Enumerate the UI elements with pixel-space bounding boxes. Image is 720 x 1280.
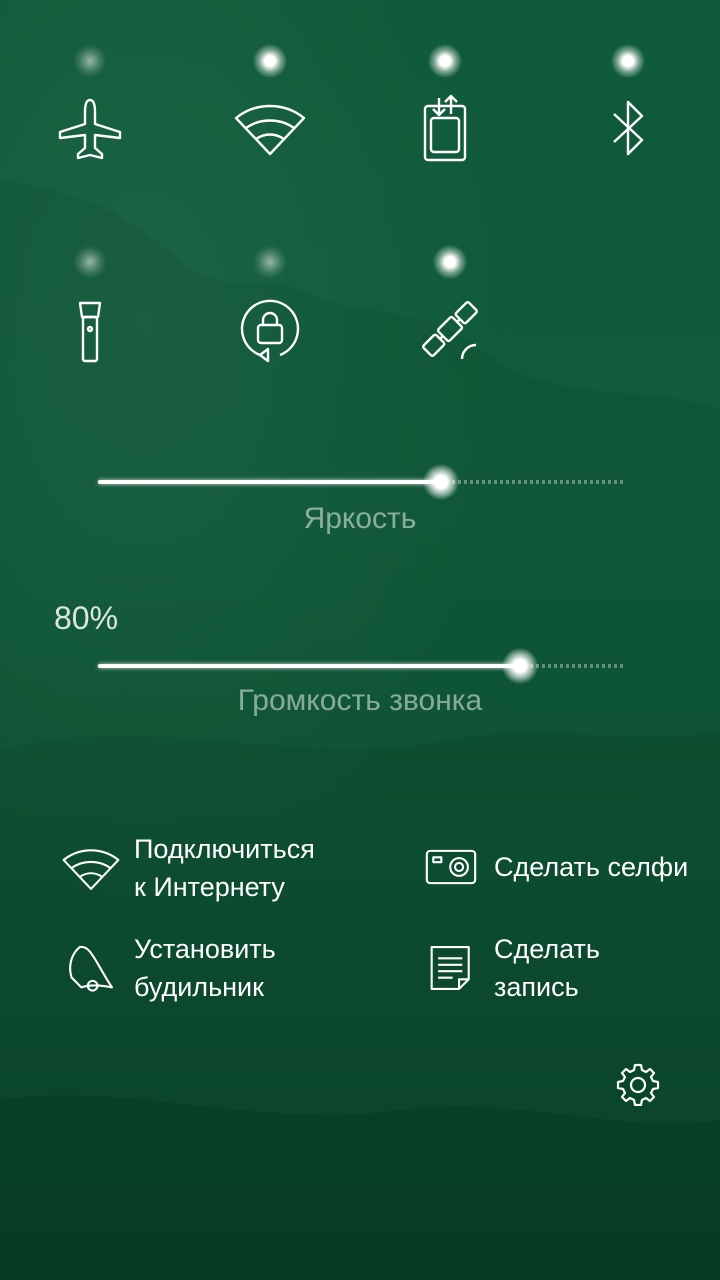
- mobile-data-indicator: [428, 44, 462, 78]
- take-note-line1: Сделать: [494, 934, 600, 964]
- brightness-handle[interactable]: [423, 464, 460, 500]
- take-note-line2: запись: [494, 972, 579, 1002]
- wifi-indicator: [253, 44, 287, 78]
- orientation-lock-indicator: [253, 245, 287, 279]
- airplane-icon: [58, 98, 122, 160]
- ringtone-volume-value: 80%: [54, 600, 119, 636]
- ringtone-volume-label: Громкость звонка: [237, 684, 483, 717]
- take-selfie-label: Сделать селфи: [494, 848, 688, 886]
- mobile-data-icon: [423, 94, 467, 162]
- set-alarm-shortcut[interactable]: Установить будильник: [62, 930, 276, 1006]
- alarm-bell-icon: [69, 945, 113, 992]
- gear-icon[interactable]: [616, 1062, 660, 1106]
- take-selfie-line1: Сделать селфи: [494, 852, 689, 882]
- flashlight-indicator: [73, 245, 107, 279]
- orientation-lock-toggle[interactable]: [210, 245, 330, 415]
- set-alarm-line2: будильник: [134, 972, 264, 1002]
- bluetooth-toggle[interactable]: [568, 44, 688, 214]
- orientation-lock-icon: [240, 299, 300, 363]
- note-icon: [430, 946, 470, 990]
- mobile-data-toggle[interactable]: [385, 44, 505, 214]
- connect-internet-shortcut[interactable]: Подключиться к Интернету: [62, 830, 315, 906]
- set-alarm-line1: Установить: [134, 934, 276, 964]
- airplane-mode-toggle[interactable]: [30, 44, 150, 214]
- ringtone-volume-fill: [98, 664, 521, 668]
- connect-internet-label: Подключиться к Интернету: [134, 830, 315, 906]
- set-alarm-label: Установить будильник: [134, 930, 276, 1006]
- airplane-mode-indicator: [73, 44, 107, 78]
- flashlight-icon: [78, 301, 102, 363]
- brightness-fill: [98, 480, 442, 484]
- take-note-shortcut[interactable]: Сделать запись: [422, 930, 600, 1006]
- wifi-icon: [234, 104, 306, 156]
- camera-icon: [425, 849, 477, 885]
- bluetooth-indicator: [611, 44, 645, 78]
- take-selfie-shortcut[interactable]: Сделать селфи: [422, 838, 688, 896]
- gps-indicator: [433, 245, 467, 279]
- brightness-label: Яркость: [303, 502, 417, 535]
- wifi-toggle[interactable]: [210, 44, 330, 214]
- connect-internet-line2: к Интернету: [134, 872, 285, 902]
- brightness-slider[interactable]: [98, 464, 626, 500]
- gps-toggle[interactable]: [390, 245, 510, 415]
- ringtone-volume-handle[interactable]: [502, 648, 539, 684]
- bluetooth-icon: [613, 100, 644, 156]
- gps-satellite-icon: [422, 301, 478, 360]
- connect-internet-line1: Подключиться: [134, 834, 315, 864]
- take-note-label: Сделать запись: [494, 930, 600, 1006]
- flashlight-toggle[interactable]: [30, 245, 150, 415]
- wifi-icon: [62, 849, 120, 890]
- ringtone-volume-slider[interactable]: [98, 648, 626, 684]
